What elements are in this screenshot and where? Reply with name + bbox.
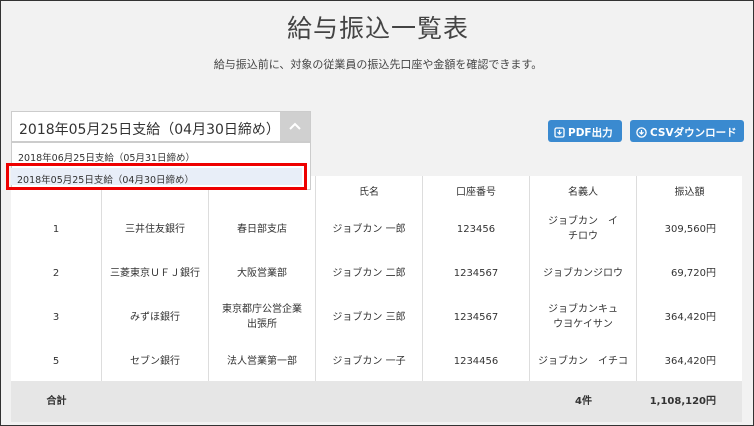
cell-number: 3 — [11, 292, 102, 342]
cell-account-number: 1234567 — [423, 254, 530, 292]
page-title: 給与振込一覧表 — [286, 14, 469, 43]
csv-download-button[interactable]: CSVダウンロード — [630, 120, 744, 142]
cell-name: ジョブカン 二郎 — [316, 254, 423, 292]
cell-number: 1 — [11, 204, 102, 254]
chevron-up-icon — [289, 122, 301, 130]
cell-account-number: 1234456 — [423, 342, 530, 381]
pay-period-toggle-button[interactable] — [280, 112, 310, 141]
header-account-holder: 名義人 — [530, 176, 637, 204]
pdf-export-button[interactable]: PDF出力 — [548, 120, 622, 142]
cell-bank: みずほ銀行 — [102, 292, 209, 342]
total-label: 合計 — [46, 396, 67, 407]
cell-name: ジョブカン 一郎 — [316, 204, 423, 254]
cell-amount: 364,420円 — [664, 356, 716, 367]
csv-download-label: CSVダウンロード — [650, 127, 737, 139]
cell-bank: 三菱東京ＵＦＪ銀行 — [102, 254, 209, 292]
highlight-annotation-box: 2018年05月25日支給（04月30日締め） — [6, 163, 307, 190]
cell-amount: 364,420円 — [664, 311, 716, 323]
cell-bank: 三井住友銀行 — [102, 204, 209, 254]
cell-account-holder: ジョブカン イチコ — [530, 342, 637, 381]
page-frame: 給与振込一覧表 給与振込前に、対象の従業員の振込先口座や金額を確認できます。 P… — [0, 0, 754, 426]
cell-account-number: 1234567 — [423, 292, 530, 342]
total-count: 4件 — [575, 396, 592, 407]
pay-period-option[interactable]: 2018年06月25日支給（05月31日締め） — [18, 150, 195, 164]
page-subtitle: 給与振込前に、対象の従業員の振込先口座や金額を確認できます。 — [213, 58, 543, 71]
table-row: 2 三菱東京ＵＦＪ銀行 大阪営業部 ジョブカン 二郎 1234567 ジョブカン… — [11, 254, 742, 293]
cell-branch: 法人営業第一部 — [209, 342, 316, 381]
cell-branch: 春日部支店 — [209, 204, 316, 254]
cell-amount: 69,720円 — [671, 267, 716, 279]
table-row: 5 セブン銀行 法人営業第一部 ジョブカン 一子 1234456 ジョブカン イ… — [11, 342, 742, 382]
cell-bank: セブン銀行 — [102, 342, 209, 381]
download-icon — [554, 127, 565, 138]
total-amount: 1,108,120円 — [649, 396, 716, 407]
download-circle-icon — [636, 127, 647, 138]
header-account-number: 口座番号 — [423, 176, 530, 204]
pay-period-select[interactable]: 2018年05月25日支給（04月30日締め） — [11, 111, 311, 142]
cell-account-holder: ジョブカン イチロウ — [530, 204, 637, 254]
table-row: 1 三井住友銀行 春日部支店 ジョブカン 一郎 123456 ジョブカン イチロ… — [11, 204, 742, 255]
table-total-row: 合計 4件 1,108,120円 — [11, 381, 742, 422]
cell-number: 2 — [11, 254, 102, 292]
pdf-export-label: PDF出力 — [568, 127, 613, 139]
cell-account-number: 123456 — [423, 204, 530, 254]
cell-name: ジョブカン 一子 — [316, 342, 423, 381]
header-name: 氏名 — [316, 176, 423, 204]
cell-account-holder: ジョブカンキュウヨケイサン — [530, 292, 637, 342]
pay-period-option-highlighted[interactable]: 2018年05月25日支給（04月30日締め） — [11, 168, 302, 186]
cell-number: 5 — [11, 342, 102, 381]
header-amount: 振込額 — [674, 186, 705, 198]
table-row: 3 みずほ銀行 東京都庁公営企業出張所 ジョブカン 三郎 1234567 ジョブ… — [11, 292, 742, 343]
pay-period-option: 2018年05月25日支給（04月30日締め） — [17, 175, 195, 186]
cell-branch: 東京都庁公営企業出張所 — [209, 292, 316, 342]
cell-branch: 大阪営業部 — [209, 254, 316, 292]
cell-name: ジョブカン 三郎 — [316, 292, 423, 342]
cell-account-holder: ジョブカンジロウ — [530, 254, 637, 292]
pay-period-selected-value: 2018年05月25日支給（04月30日締め） — [19, 122, 280, 138]
cell-amount: 309,560円 — [664, 223, 716, 235]
